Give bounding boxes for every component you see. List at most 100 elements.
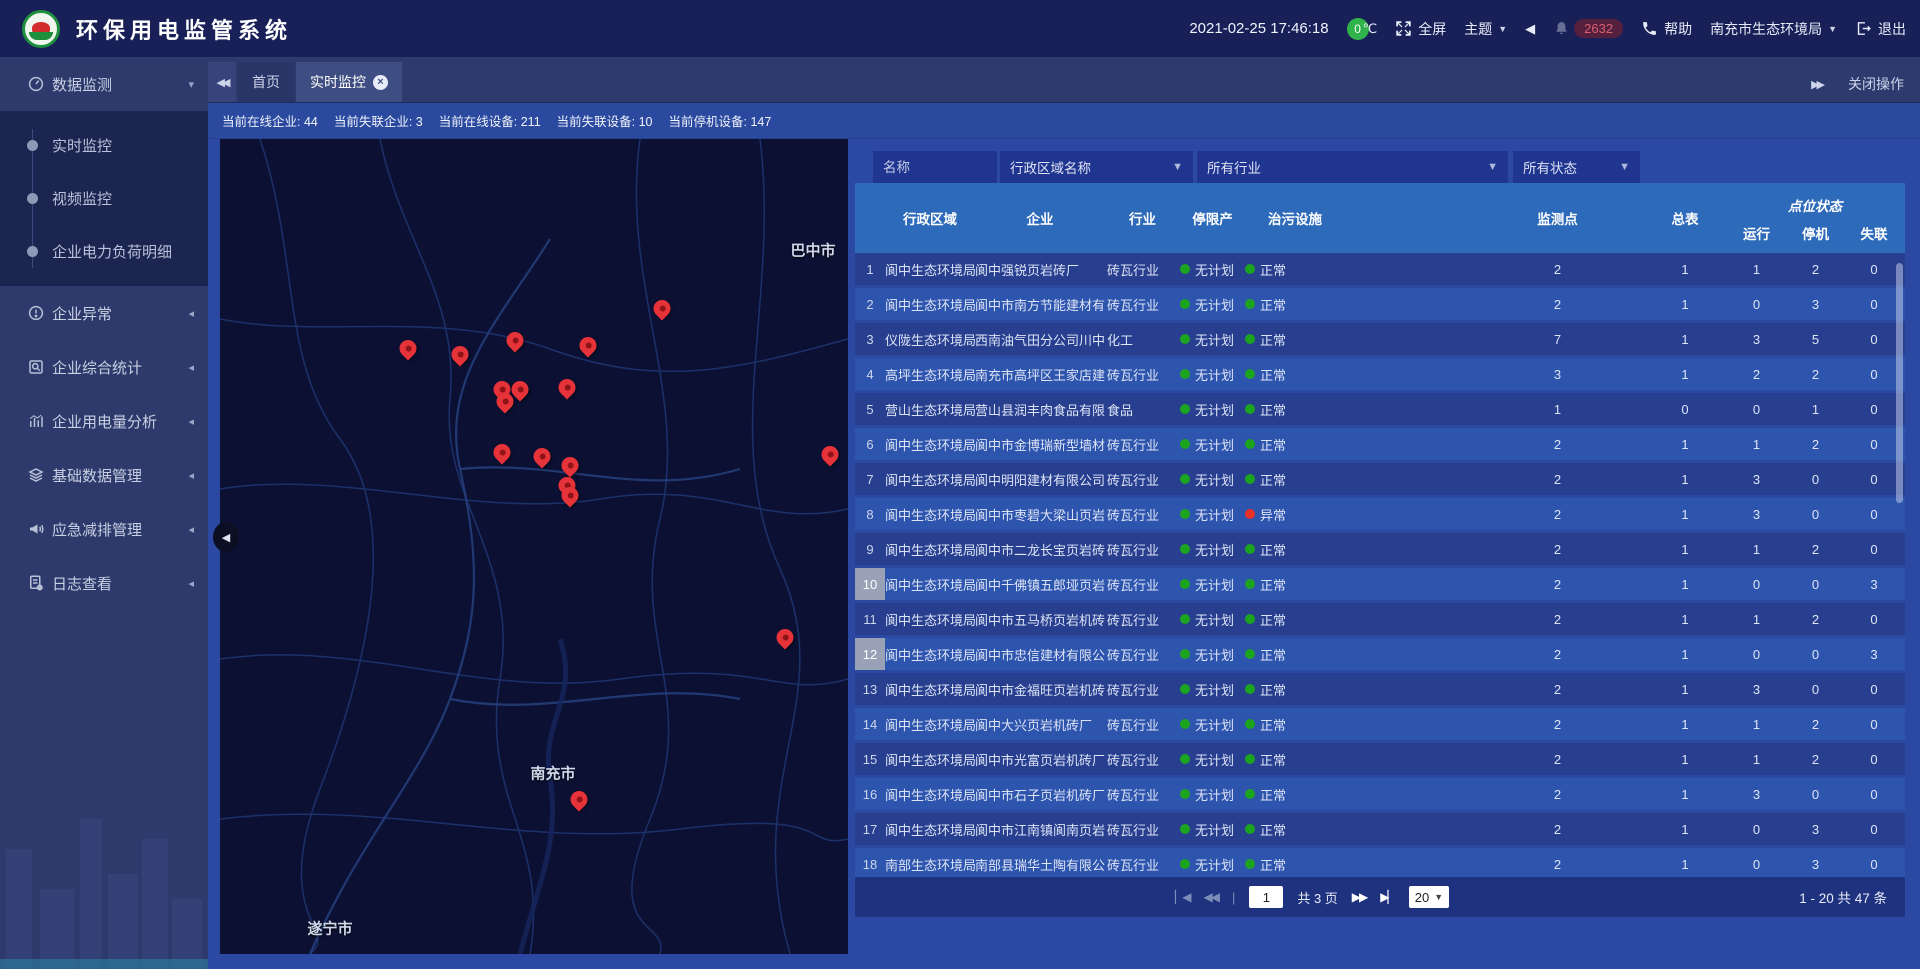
table-row[interactable]: 1阆中生态环境局阆中强锐页岩砖厂砖瓦行业无计划正常21120 <box>855 253 1905 285</box>
cell-industry: 砖瓦行业 <box>1107 708 1185 740</box>
prev-page-icon[interactable]: ◀◀ <box>1203 890 1217 904</box>
cell-meter: 1 <box>1645 673 1725 705</box>
tab-1[interactable]: 实时监控× <box>296 62 402 102</box>
table-row[interactable]: 17阆中生态环境局阆中市江南镇阆南页岩砖瓦行业无计划正常21030 <box>855 813 1905 845</box>
cell-lost: 0 <box>1843 533 1905 565</box>
fullscreen-button[interactable]: 全屏 <box>1395 19 1446 39</box>
cell-lost: 0 <box>1843 743 1905 775</box>
org-dropdown[interactable]: 南充市生态环境局 ▼ <box>1710 19 1837 39</box>
cell-industry: 砖瓦行业 <box>1107 673 1185 705</box>
cell-stop: 无计划 <box>1180 428 1250 460</box>
next-page-icon[interactable]: ▶▶ <box>1352 890 1366 904</box>
cell-halt: 2 <box>1788 743 1843 775</box>
cell-region: 阆中生态环境局 <box>885 533 980 565</box>
help-button[interactable]: 帮助 <box>1641 19 1692 39</box>
status-label: 正常 <box>1260 785 1286 804</box>
cell-stop: 无计划 <box>1180 848 1250 877</box>
cell-facility: 正常 <box>1245 288 1345 320</box>
page-size-select[interactable]: 20 ▼ <box>1409 886 1449 908</box>
exit-button[interactable]: 退出 <box>1855 19 1906 39</box>
cell-facility: 异常 <box>1245 498 1345 530</box>
table-row[interactable]: 2阆中生态环境局阆中市南方节能建材有砖瓦行业无计划正常21030 <box>855 288 1905 320</box>
table-row[interactable]: 18南部生态环境局南部县瑞华土陶有限公砖瓦行业无计划正常21030 <box>855 848 1905 877</box>
cell-run: 1 <box>1725 428 1788 460</box>
industry-filter-select[interactable]: 所有行业 ▼ <box>1197 151 1508 183</box>
sidebar-item-label: 企业用电量分析 <box>52 411 157 432</box>
tab-scroll-right-icon[interactable]: ▶▶ <box>1811 78 1822 91</box>
cell-run: 0 <box>1725 848 1788 877</box>
table-row[interactable]: 5营山生态环境局营山县润丰肉食品有限食品无计划正常10010 <box>855 393 1905 425</box>
temperature: 0 ℃ <box>1347 18 1378 40</box>
last-page-icon[interactable]: ▶▏ <box>1380 890 1394 904</box>
region-filter-select[interactable]: 行政区域名称 ▼ <box>1000 151 1193 183</box>
sidebar-item-5[interactable]: 应急减排管理◂ <box>0 502 208 556</box>
sidebar-item-6[interactable]: 日志查看◂ <box>0 556 208 610</box>
name-filter-input[interactable] <box>873 151 997 183</box>
map-panel[interactable]: 巴中市南充市遂宁市 <box>220 139 848 954</box>
close-operations-button[interactable]: 关闭操作 <box>1848 74 1904 94</box>
sidebar-subitem-2[interactable]: 企业电力负荷明细 <box>0 225 208 278</box>
cell-meter: 1 <box>1645 323 1725 355</box>
cell-region: 阆中生态环境局 <box>885 428 980 460</box>
table-header: 行政区域 企业 行业 停限产 治污设施 监测点 总表 点位状态 运行 停机 失联 <box>855 183 1905 253</box>
table-row[interactable]: 8阆中生态环境局阆中市枣碧大梁山页岩砖瓦行业无计划异常21300 <box>855 498 1905 530</box>
sidebar-subitem-1[interactable]: 视频监控 <box>0 172 208 225</box>
table-row[interactable]: 15阆中生态环境局阆中市光富页岩机砖厂砖瓦行业无计划正常21120 <box>855 743 1905 775</box>
theme-dropdown[interactable]: 主题 ▼ <box>1464 19 1507 39</box>
table-row[interactable]: 3仪陇生态环境局西南油气田分公司川中化工无计划正常71350 <box>855 323 1905 355</box>
sidebar-item-2[interactable]: 企业综合统计◂ <box>0 340 208 394</box>
cell-industry: 砖瓦行业 <box>1107 813 1185 845</box>
cell-lost: 0 <box>1843 708 1905 740</box>
cell-halt: 2 <box>1788 253 1843 285</box>
cell-facility: 正常 <box>1245 253 1345 285</box>
sidebar-subitem-label: 企业电力负荷明细 <box>52 241 172 262</box>
speaker-icon[interactable]: ◀ <box>1525 21 1535 37</box>
cell-lost: 0 <box>1843 778 1905 810</box>
first-page-icon[interactable]: ▏◀ <box>1175 890 1189 904</box>
cell-run: 3 <box>1725 778 1788 810</box>
cell-region: 阆中生态环境局 <box>885 568 980 600</box>
table-row[interactable]: 12阆中生态环境局阆中市忠信建材有限公砖瓦行业无计划正常21003 <box>855 638 1905 670</box>
table-row[interactable]: 9阆中生态环境局阆中市二龙长宝页岩砖砖瓦行业无计划正常21120 <box>855 533 1905 565</box>
cell-stop: 无计划 <box>1180 288 1250 320</box>
table-row[interactable]: 16阆中生态环境局阆中市石子页岩机砖厂砖瓦行业无计划正常21300 <box>855 778 1905 810</box>
sidebar-item-1[interactable]: 企业异常◂ <box>0 286 208 340</box>
page-number-input[interactable] <box>1249 886 1283 908</box>
table-row[interactable]: 11阆中生态环境局阆中市五马桥页岩机砖砖瓦行业无计划正常21120 <box>855 603 1905 635</box>
bar-chart-icon <box>27 412 45 430</box>
sidebar-item-4[interactable]: 基础数据管理◂ <box>0 448 208 502</box>
status-dot-icon <box>1180 824 1190 834</box>
table-row[interactable]: 14阆中生态环境局阆中大兴页岩机砖厂砖瓦行业无计划正常21120 <box>855 708 1905 740</box>
sidebar-item-label: 日志查看 <box>52 573 112 594</box>
sidebar-item-label: 应急减排管理 <box>52 519 142 540</box>
chevron-down-icon: ▼ <box>1619 161 1630 173</box>
sidebar-item-label: 企业异常 <box>52 303 112 324</box>
tab-0[interactable]: 首页 <box>238 62 294 102</box>
collapse-sidebar-button[interactable]: ◀ <box>213 522 239 552</box>
cell-stop: 无计划 <box>1180 323 1250 355</box>
table-row[interactable]: 10阆中生态环境局阆中千佛镇五郎垭页岩砖瓦行业无计划正常21003 <box>855 568 1905 600</box>
cell-company: 阆中千佛镇五郎垭页岩 <box>975 568 1107 600</box>
cell-meter: 1 <box>1645 358 1725 390</box>
table-row[interactable]: 7阆中生态环境局阆中明阳建材有限公司砖瓦行业无计划正常21300 <box>855 463 1905 495</box>
cell-industry: 砖瓦行业 <box>1107 568 1185 600</box>
sidebar-item-3[interactable]: 企业用电量分析◂ <box>0 394 208 448</box>
cell-company: 阆中强锐页岩砖厂 <box>975 253 1107 285</box>
sidebar-subitem-0[interactable]: 实时监控 <box>0 119 208 172</box>
sidebar-item-0[interactable]: 数据监测▾ <box>0 57 208 111</box>
table-row[interactable]: 6阆中生态环境局阆中市金博瑞新型墙材砖瓦行业无计划正常21120 <box>855 428 1905 460</box>
table-row[interactable]: 4高坪生态环境局南充市高坪区王家店建砖瓦行业无计划正常31220 <box>855 358 1905 390</box>
cell-i: 1 <box>855 253 885 285</box>
status-label: 正常 <box>1260 610 1286 629</box>
table-scrollbar[interactable] <box>1896 263 1903 503</box>
cell-i: 6 <box>855 428 885 460</box>
status-dot-icon <box>1180 579 1190 589</box>
table-row[interactable]: 13阆中生态环境局阆中市金福旺页岩机砖砖瓦行业无计划正常21300 <box>855 673 1905 705</box>
status-filter-select[interactable]: 所有状态 ▼ <box>1513 151 1640 183</box>
status-label: 无计划 <box>1195 750 1234 769</box>
notifications[interactable]: 2632 <box>1553 19 1623 38</box>
status-label: 无计划 <box>1195 680 1234 699</box>
status-label: 正常 <box>1260 435 1286 454</box>
tab-scroll-left-icon[interactable]: ◀◀ <box>208 62 236 102</box>
close-tab-icon[interactable]: × <box>373 75 388 90</box>
